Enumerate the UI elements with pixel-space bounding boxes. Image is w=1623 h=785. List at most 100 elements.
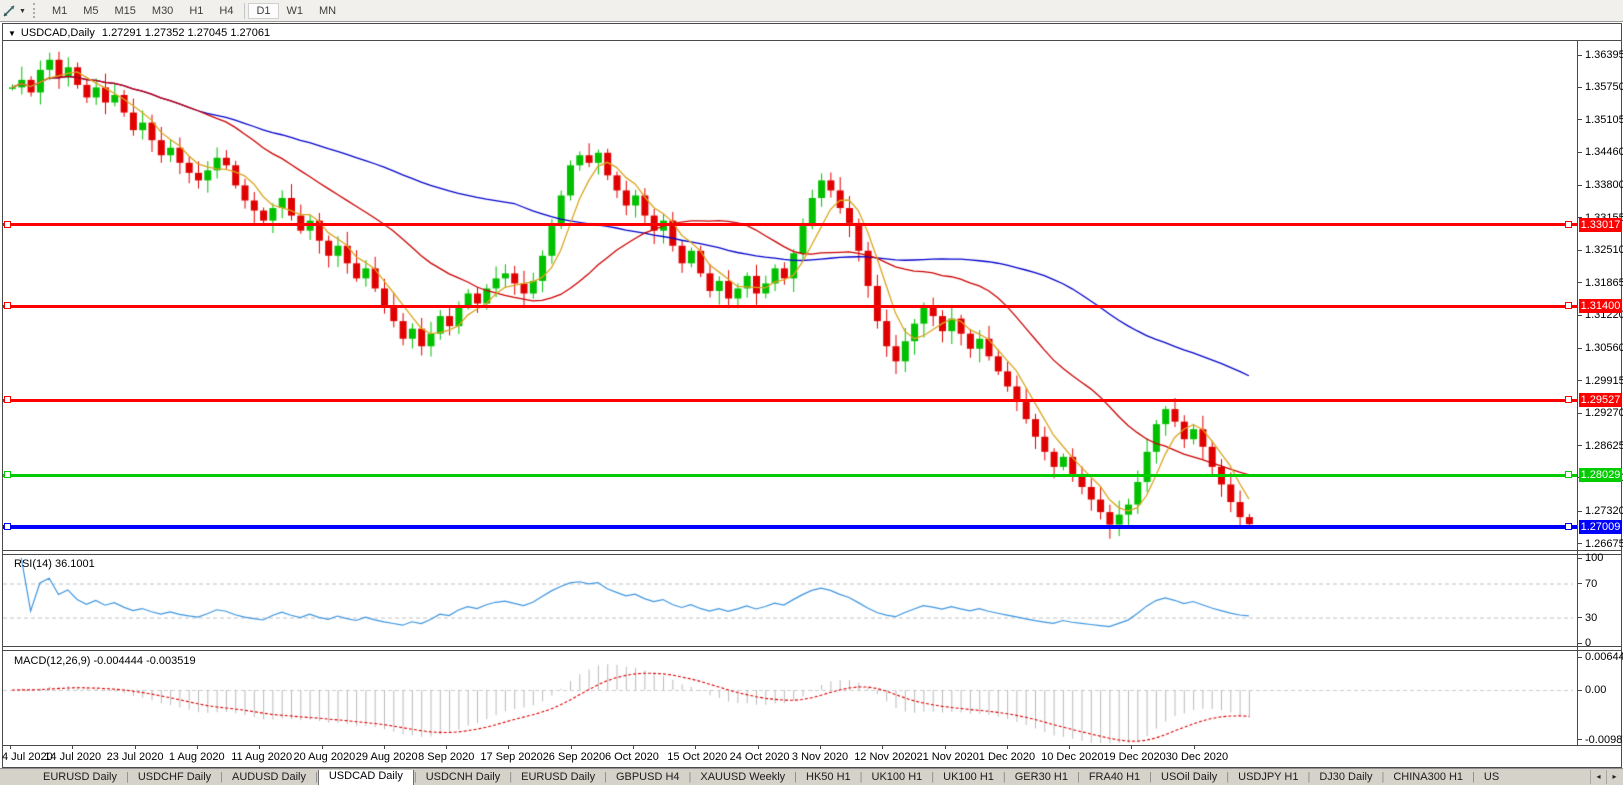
chart-tab-usdcnh-daily[interactable]: USDCNH Daily [417, 770, 510, 785]
date-axis-tick [1131, 745, 1132, 749]
timeframe-button-h1[interactable]: H1 [181, 3, 211, 19]
chart-tab-eurusd-daily[interactable]: EURUSD Daily [512, 770, 604, 785]
price-axis-tick [1578, 348, 1582, 349]
level-line-1.29527[interactable] [3, 399, 1577, 402]
timeframe-button-m5[interactable]: M5 [75, 3, 106, 19]
level-line-marker [1565, 523, 1572, 530]
chart-tab-xauusd-weekly[interactable]: XAUUSD Weekly [691, 770, 794, 785]
chart-tab-eurusd-daily[interactable]: EURUSD Daily [34, 770, 126, 785]
date-axis-label: 19 Dec 2020 [1103, 751, 1165, 763]
level-line-1.31400[interactable] [3, 305, 1577, 308]
chart-tab-china300-h1[interactable]: CHINA300 H1 [1384, 770, 1472, 785]
timeframe-button-w1[interactable]: W1 [279, 3, 312, 19]
timeframe-button-m15[interactable]: M15 [107, 3, 144, 19]
date-axis-label: 15 Oct 2020 [667, 751, 727, 763]
price-axis-tick [1578, 152, 1582, 153]
date-axis-tick [1007, 745, 1008, 749]
date-axis-tick [197, 745, 198, 749]
price-axis-tick [1578, 87, 1582, 88]
chart-tab-uk100-h1[interactable]: UK100 H1 [863, 770, 932, 785]
level-line-1.27009[interactable] [3, 525, 1577, 529]
date-axis-label: 30 Dec 2020 [1166, 751, 1228, 763]
macd-axis-label: 0.006444 [1585, 651, 1623, 663]
level-line-1.33017[interactable] [3, 223, 1577, 226]
timeframe-button-h4[interactable]: H4 [211, 3, 241, 19]
date-axis-tick [945, 745, 946, 749]
price-axis-label: 1.28625 [1585, 440, 1623, 452]
date-axis-tick [508, 745, 509, 749]
tab-scroll-right-icon[interactable]: ▸ [1606, 770, 1622, 784]
macd-axis-tick [1578, 657, 1582, 658]
macd-label: MACD(12,26,9) -0.004444 -0.003519 [14, 655, 196, 667]
chart-tab-usdcad-daily[interactable]: USDCAD Daily [318, 770, 414, 785]
price-axis-tick [1578, 119, 1582, 120]
rsi-indicator-canvas[interactable] [3, 554, 1577, 646]
date-axis-tick [135, 745, 136, 749]
price-axis-tick [1578, 315, 1582, 316]
chart-tab-us[interactable]: US [1475, 770, 1508, 785]
date-axis-label: 11 Aug 2020 [231, 751, 292, 763]
price-axis-label: 1.33800 [1585, 179, 1623, 191]
macd-axis-tick [1578, 690, 1582, 691]
date-axis-label: 1 Aug 2020 [169, 751, 225, 763]
rsi-axis-label: 70 [1585, 578, 1597, 590]
window-border-left [2, 23, 3, 768]
chart-tab-usdjpy-h1[interactable]: USDJPY H1 [1229, 770, 1307, 785]
date-axis-tick [446, 745, 447, 749]
chart-tab-uk100-h1[interactable]: UK100 H1 [934, 770, 1003, 785]
level-line-marker [1565, 221, 1572, 228]
chart-tab-usdchf-daily[interactable]: USDCHF Daily [129, 770, 220, 785]
toolbar-grip [33, 3, 38, 18]
axis-border-vertical [1577, 40, 1578, 745]
date-axis-label: 10 Dec 2020 [1041, 751, 1103, 763]
timeframe-button-mn[interactable]: MN [311, 3, 344, 19]
macd-axis-label: -0.009871 [1585, 734, 1623, 746]
date-axis-label: 23 Jul 2020 [107, 751, 164, 763]
date-axis-label: 24 Oct 2020 [730, 751, 790, 763]
date-axis-label: 17 Sep 2020 [480, 751, 542, 763]
price-axis-tick [1578, 282, 1582, 283]
date-axis-label: 8 Sep 2020 [418, 751, 474, 763]
price-axis-label: 1.30560 [1585, 342, 1623, 354]
date-axis-label: 14 Jul 2020 [44, 751, 101, 763]
chart-title-row: ▼ USDCAD,Daily 1.27291 1.27352 1.27045 1… [4, 26, 270, 40]
level-line-marker [1565, 396, 1572, 403]
chart-tab-fra40-h1[interactable]: FRA40 H1 [1080, 770, 1149, 785]
chart-tab-hk50-h1[interactable]: HK50 H1 [797, 770, 860, 785]
level-line-marker [1565, 471, 1572, 478]
cursor-tool-icon[interactable]: ▼ [2, 4, 29, 18]
chart-tab-dj30-daily[interactable]: DJ30 Daily [1310, 770, 1381, 785]
divider-rsi-macd-b [2, 650, 1622, 651]
rsi-axis-tick [1578, 643, 1582, 644]
price-axis-tick [1578, 445, 1582, 446]
price-level-badge: 1.28029 [1579, 468, 1622, 482]
date-axis-label: 6 Oct 2020 [605, 751, 659, 763]
rsi-axis-label: 0 [1585, 637, 1591, 649]
date-axis-tick [633, 745, 634, 749]
price-axis-label: 1.36395 [1585, 49, 1623, 61]
level-line-marker [4, 471, 11, 478]
date-axis-tick [882, 745, 883, 749]
chart-title-marker-icon[interactable]: ▼ [8, 29, 16, 38]
price-axis-tick [1578, 185, 1582, 186]
chart-tab-audusd-daily[interactable]: AUDUSD Daily [223, 770, 315, 785]
level-line-1.28029[interactable] [3, 474, 1577, 477]
timeframe-button-m30[interactable]: M30 [144, 3, 181, 19]
chart-tab-bar: EURUSD Daily|USDCHF Daily|AUDUSD Daily|U… [0, 768, 1623, 785]
chart-tab-ger30-h1[interactable]: GER30 H1 [1006, 770, 1077, 785]
tool-dropdown-caret[interactable]: ▼ [19, 8, 26, 15]
crosshair-cursor-glyph [2, 4, 16, 18]
macd-indicator-canvas[interactable] [3, 650, 1577, 745]
timeframe-button-d1[interactable]: D1 [248, 3, 278, 19]
date-axis-tick [758, 745, 759, 749]
chart-tab-usoil-daily[interactable]: USOil Daily [1152, 770, 1226, 785]
chart-tab-gbpusd-h4[interactable]: GBPUSD H4 [607, 770, 689, 785]
level-line-marker [1565, 302, 1572, 309]
date-axis-label: 1 Dec 2020 [979, 751, 1035, 763]
level-line-marker [4, 221, 11, 228]
timeframe-button-m1[interactable]: M1 [44, 3, 75, 19]
tab-scroll-left-icon[interactable]: ◂ [1590, 770, 1606, 784]
price-axis-label: 1.27320 [1585, 505, 1623, 517]
date-axis-tick [72, 745, 73, 749]
date-axis-label: 12 Nov 2020 [854, 751, 916, 763]
